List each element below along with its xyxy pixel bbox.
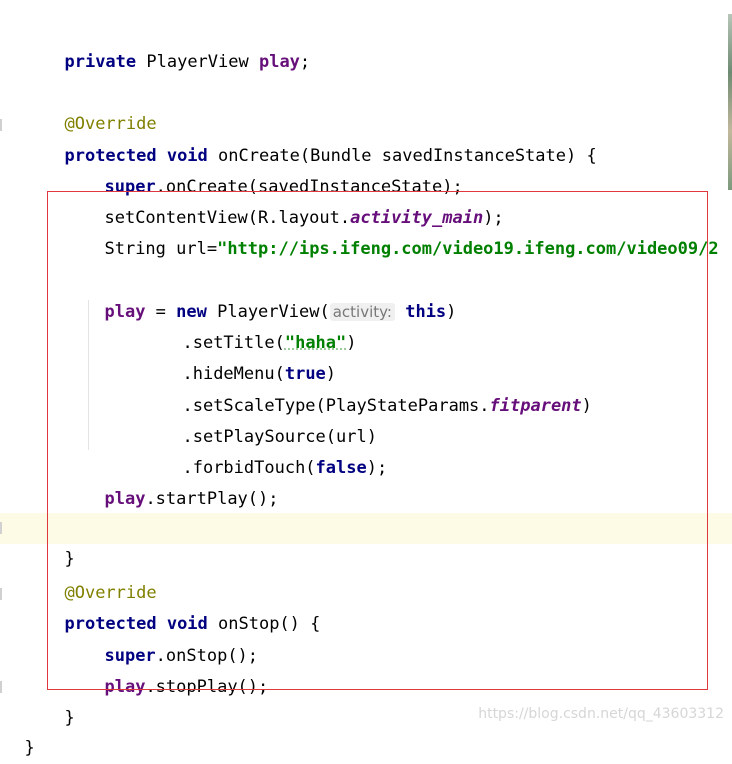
fold-marker[interactable] [0, 522, 2, 534]
code-line[interactable]: @Override [44, 78, 156, 134]
code-text: ; [299, 52, 311, 72]
code-line[interactable]: super.onCreate(savedInstanceState); [84, 141, 462, 197]
watermark: https://blog.csdn.net/qq_43603312 [478, 706, 724, 722]
field-name: play [258, 52, 300, 72]
fold-marker[interactable] [0, 588, 2, 600]
code-text: PlayerView [136, 52, 259, 72]
code-text: } [64, 708, 75, 728]
code-line[interactable]: private PlayerView play; [44, 16, 310, 72]
fold-marker[interactable] [0, 119, 2, 131]
code-line[interactable]: protected void onCreate(Bundle savedInst… [44, 110, 596, 166]
code-text: } [24, 738, 35, 758]
background-window-edge [728, 14, 732, 190]
code-line[interactable]: } [4, 702, 34, 758]
keyword: private [64, 52, 137, 72]
fold-marker[interactable] [0, 681, 2, 693]
highlight-box [47, 191, 708, 690]
